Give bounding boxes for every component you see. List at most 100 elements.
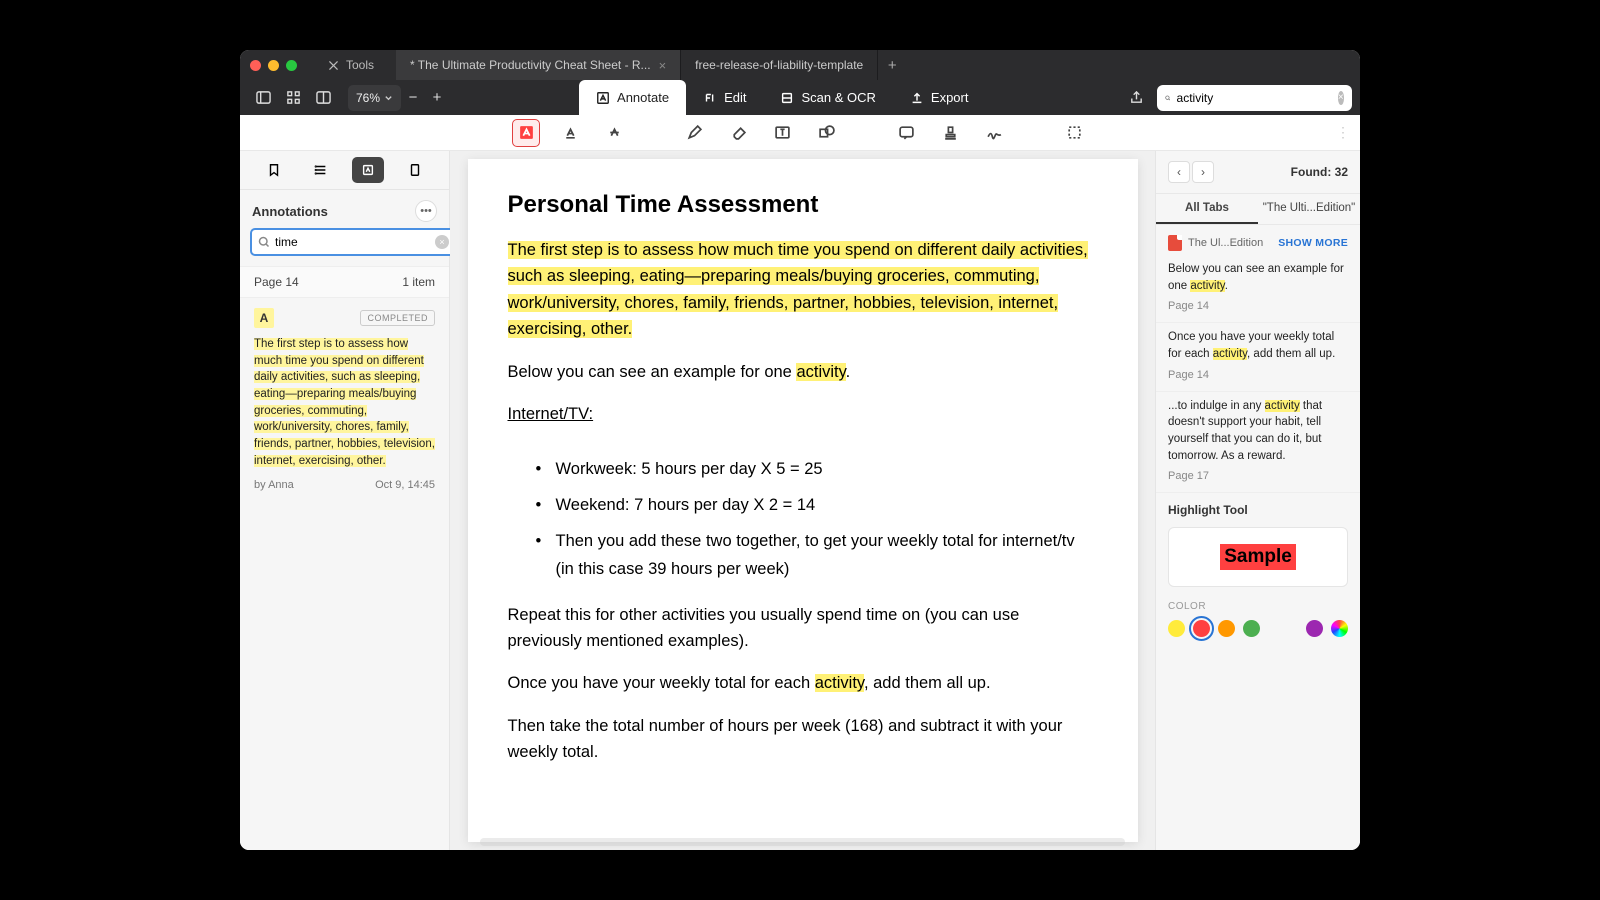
list-item: Weekend: 7 hours per day X 2 = 14 xyxy=(536,491,1098,519)
search-input[interactable] xyxy=(1177,91,1332,105)
list-item: Workweek: 5 hours per day X 5 = 25 xyxy=(536,455,1098,483)
outline-tab[interactable] xyxy=(305,157,337,183)
sidebar-toggle[interactable] xyxy=(248,85,278,111)
color-green[interactable] xyxy=(1243,620,1260,637)
highlight-tool-panel: Highlight Tool Sample COLOR xyxy=(1156,493,1360,647)
search-scope-tabs: All Tabs "The Ulti...Edition" xyxy=(1156,194,1360,225)
mode-label: Export xyxy=(931,90,969,105)
select-area-tool[interactable] xyxy=(1060,119,1088,147)
horizontal-scrollbar[interactable] xyxy=(480,838,1125,846)
eraser-tool[interactable] xyxy=(724,119,752,147)
tab-active[interactable]: * The Ultimate Productivity Cheat Sheet … xyxy=(396,50,681,80)
item-count: 1 item xyxy=(402,275,435,289)
result-page: Page 14 xyxy=(1168,300,1348,312)
zoom-out[interactable]: − xyxy=(401,89,425,106)
bookmarks-tab[interactable] xyxy=(258,157,290,183)
shape-tool[interactable] xyxy=(812,119,840,147)
clear-annotation-search-icon[interactable]: × xyxy=(435,235,449,249)
mode-edit[interactable]: Edit xyxy=(686,80,763,115)
subtitle: Internet/TV: xyxy=(508,401,594,427)
signature-tool[interactable] xyxy=(980,119,1008,147)
color-custom[interactable] xyxy=(1331,620,1348,637)
mode-export[interactable]: Export xyxy=(893,80,986,115)
annotation-date: Oct 9, 14:45 xyxy=(375,479,435,491)
tool-panel-title: Highlight Tool xyxy=(1168,503,1348,517)
result-nav: ‹ › xyxy=(1168,161,1214,183)
text-box-tool[interactable] xyxy=(768,119,796,147)
mode-label: Scan & OCR xyxy=(801,90,875,105)
color-red[interactable] xyxy=(1193,620,1210,637)
new-tab-button[interactable]: + xyxy=(878,50,906,80)
main-toolbar: 76% − + Annotate Edit Scan & OCR Export xyxy=(240,80,1360,115)
pen-tool[interactable] xyxy=(680,119,708,147)
color-orange[interactable] xyxy=(1218,620,1235,637)
mode-label: Edit xyxy=(724,90,746,105)
page-title: Personal Time Assessment xyxy=(508,191,1098,219)
view-controls xyxy=(248,85,338,111)
color-yellow[interactable] xyxy=(1168,620,1185,637)
color-swatches xyxy=(1168,620,1348,637)
para-subtract: Then take the total number of hours per … xyxy=(508,713,1098,766)
close-window[interactable] xyxy=(250,60,261,71)
pdf-icon xyxy=(1168,235,1182,251)
tab-label: free-release-of-liability-template xyxy=(695,58,863,72)
thumbnails-view[interactable] xyxy=(278,85,308,111)
global-search[interactable]: × xyxy=(1157,85,1352,111)
search-result[interactable]: Once you have your weekly total for each… xyxy=(1156,323,1360,391)
minimize-window[interactable] xyxy=(268,60,279,71)
annotations-search-input[interactable] xyxy=(275,235,430,249)
list-item: Then you add these two together, to get … xyxy=(536,527,1098,583)
highlight-sample: Sample xyxy=(1168,527,1348,587)
result-page: Page 14 xyxy=(1168,369,1348,381)
prev-result[interactable]: ‹ xyxy=(1168,161,1190,183)
scope-current-doc[interactable]: "The Ulti...Edition" xyxy=(1258,194,1360,224)
stamp-tool[interactable] xyxy=(936,119,964,147)
para-repeat: Repeat this for other activities you usu… xyxy=(508,602,1098,655)
zoom-window[interactable] xyxy=(286,60,297,71)
mode-annotate[interactable]: Annotate xyxy=(579,80,686,115)
share-button[interactable] xyxy=(1121,85,1151,111)
search-result[interactable]: ...to indulge in any activity that doesn… xyxy=(1156,392,1360,494)
zoom-in[interactable]: + xyxy=(425,89,449,106)
annotations-tab[interactable] xyxy=(352,157,384,183)
annotation-author: by Anna xyxy=(254,479,294,491)
annotations-search-row: × xyxy=(240,228,449,266)
window-controls xyxy=(250,60,297,71)
next-result[interactable]: › xyxy=(1192,161,1214,183)
annotations-search[interactable]: × xyxy=(250,228,457,256)
annotations-header: Annotations ••• xyxy=(240,190,449,228)
strikethrough-tool[interactable] xyxy=(600,119,628,147)
clear-search-icon[interactable]: × xyxy=(1338,91,1344,105)
search-result[interactable]: Below you can see an example for one act… xyxy=(1156,255,1360,323)
scope-all-tabs[interactable]: All Tabs xyxy=(1156,194,1258,224)
tab-inactive[interactable]: free-release-of-liability-template xyxy=(681,50,878,80)
annotations-menu[interactable]: ••• xyxy=(415,200,437,222)
mode-scan[interactable]: Scan & OCR xyxy=(763,80,892,115)
annotations-title: Annotations xyxy=(252,204,328,219)
annotation-card[interactable]: A COMPLETED The first step is to assess … xyxy=(240,298,449,501)
tools-menu[interactable]: Tools xyxy=(317,54,384,76)
highlight-type-icon: A xyxy=(254,308,274,328)
underline-tool[interactable] xyxy=(556,119,584,147)
color-purple[interactable] xyxy=(1306,620,1323,637)
annotation-text: The first step is to assess how much tim… xyxy=(254,336,435,469)
annotations-list: Page 14 1 item A COMPLETED The first ste… xyxy=(240,266,449,850)
show-more-link[interactable]: SHOW MORE xyxy=(1278,237,1348,249)
mode-tabs: Annotate Edit Scan & OCR Export xyxy=(579,80,985,115)
document-viewport[interactable]: Personal Time Assessment The first step … xyxy=(450,151,1155,850)
mode-label: Annotate xyxy=(617,90,669,105)
zoom-dropdown[interactable]: 76% xyxy=(348,85,401,111)
note-tool[interactable] xyxy=(892,119,920,147)
toolbar-drag-handle[interactable]: ⋮ xyxy=(1336,124,1350,141)
document-tabs: * The Ultimate Productivity Cheat Sheet … xyxy=(396,50,1350,80)
close-tab-icon[interactable]: × xyxy=(659,58,667,73)
annotate-toolbar: ⋮ xyxy=(240,115,1360,151)
bullet-list: Workweek: 5 hours per day X 5 = 25 Weeke… xyxy=(508,455,1098,583)
pages-tab[interactable] xyxy=(399,157,431,183)
highlight-tool[interactable] xyxy=(512,119,540,147)
zoom-value: 76% xyxy=(356,91,380,105)
split-view[interactable] xyxy=(308,85,338,111)
source-name: The Ul...Edition xyxy=(1188,237,1272,249)
app-body: Annotations ••• × Page 14 1 item A xyxy=(240,151,1360,850)
page-group-header[interactable]: Page 14 1 item xyxy=(240,266,449,298)
